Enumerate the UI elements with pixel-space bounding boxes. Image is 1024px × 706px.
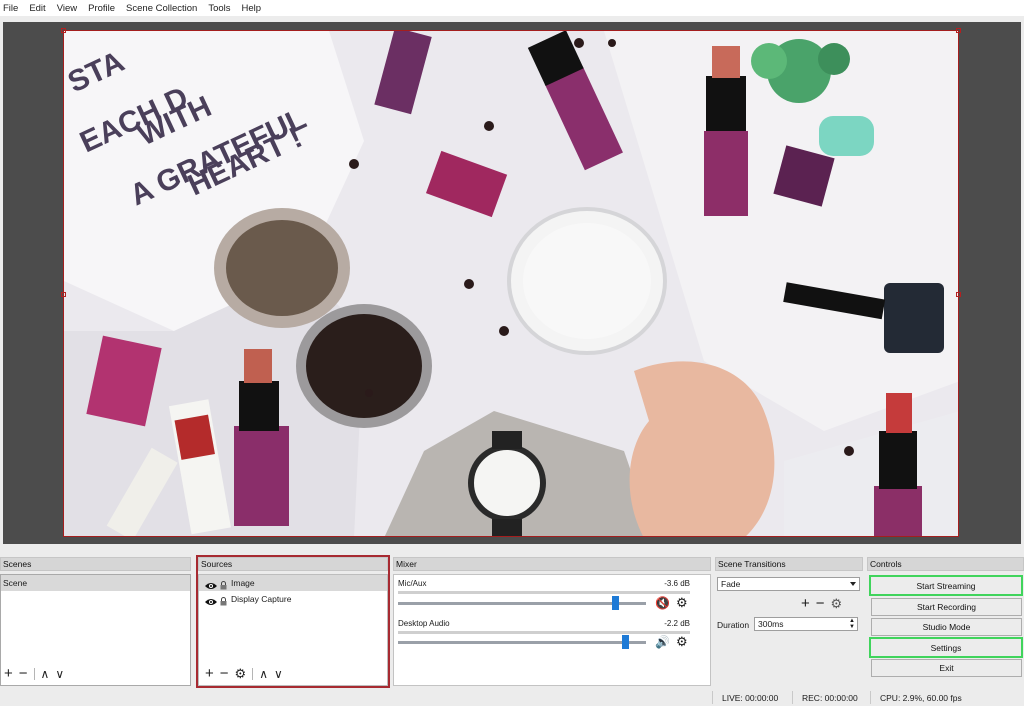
spin-arrows-icon[interactable]: ▲ ▼ — [848, 618, 856, 630]
transition-toolbar: + − ⚙ — [801, 595, 842, 612]
start-streaming-button[interactable]: Start Streaming — [869, 575, 1023, 596]
resize-handle-top-right[interactable] — [956, 28, 961, 33]
scene-item[interactable]: Scene — [1, 575, 190, 591]
volume-slider-handle[interactable] — [622, 635, 629, 649]
menu-scene-collection[interactable]: Scene Collection — [126, 3, 197, 14]
status-divider — [712, 691, 713, 704]
move-up-icon[interactable]: ∧ — [41, 667, 50, 681]
menu-file[interactable]: File — [3, 3, 18, 14]
channel-name: Desktop Audio — [398, 619, 450, 628]
menu-view[interactable]: View — [57, 3, 77, 14]
add-scene-icon[interactable]: + — [4, 665, 13, 682]
menu-help[interactable]: Help — [242, 3, 262, 14]
volume-slider-track[interactable] — [398, 602, 646, 605]
mixer-panel: Mic/Aux -3.6 dB 🔇 ⚙ Desktop Audio -2.2 d… — [393, 574, 711, 686]
toolbar-separator — [33, 667, 35, 680]
scenes-toolbar: + − ∧ ∨ — [4, 665, 70, 682]
gear-icon[interactable]: ⚙ — [676, 634, 688, 650]
live-timer: LIVE: 00:00:00 — [722, 692, 779, 703]
status-divider — [792, 691, 793, 704]
sources-highlight-box — [196, 555, 390, 688]
settings-button[interactable]: Settings — [869, 637, 1023, 658]
duration-label: Duration — [717, 620, 750, 630]
duration-spinbox[interactable]: 300ms ▲ ▼ — [754, 617, 858, 631]
menu-bar: File Edit View Profile Scene Collection … — [0, 0, 1024, 16]
resize-handle-left[interactable] — [61, 292, 66, 297]
add-transition-icon[interactable]: + — [801, 595, 810, 612]
menu-profile[interactable]: Profile — [88, 3, 115, 14]
mixer-channel-desktop-audio: Desktop Audio -2.2 dB 🔊 ⚙ — [398, 619, 698, 655]
remove-transition-icon[interactable]: − — [816, 595, 825, 612]
mixer-title: Mixer — [393, 557, 711, 571]
menu-edit[interactable]: Edit — [29, 3, 45, 14]
gear-icon[interactable]: ⚙ — [676, 595, 688, 611]
preview-image: STA EACH D WITH A GRATEFUL HEART ! — [64, 31, 958, 536]
rec-timer: REC: 00:00:00 — [802, 692, 858, 703]
studio-mode-button[interactable]: Studio Mode — [871, 618, 1022, 636]
scene-transitions-title: Scene Transitions — [715, 557, 863, 571]
volume-meter — [398, 631, 690, 634]
move-down-icon[interactable]: ∨ — [55, 667, 64, 681]
channel-db: -2.2 dB — [664, 619, 690, 628]
channel-db: -3.6 dB — [664, 579, 690, 588]
mixer-channel-mic-aux: Mic/Aux -3.6 dB 🔇 ⚙ — [398, 579, 698, 615]
scenes-title: Scenes — [0, 557, 191, 571]
exit-button[interactable]: Exit — [871, 659, 1022, 677]
scene-transitions-panel: Fade + − ⚙ Duration 300ms ▲ ▼ — [715, 574, 863, 686]
volume-meter — [398, 591, 690, 594]
transition-select[interactable]: Fade — [717, 577, 860, 591]
gear-icon[interactable]: ⚙ — [831, 596, 843, 612]
channel-name: Mic/Aux — [398, 579, 427, 588]
start-recording-button[interactable]: Start Recording — [871, 598, 1022, 616]
status-divider — [870, 691, 871, 704]
muted-speaker-icon[interactable]: 🔇 — [655, 596, 670, 610]
controls-title: Controls — [867, 557, 1024, 571]
transition-select-value: Fade — [721, 579, 741, 589]
status-bar: LIVE: 00:00:00 REC: 00:00:00 CPU: 2.9%, … — [0, 689, 1024, 706]
resize-handle-right[interactable] — [956, 292, 961, 297]
resize-handle-top-left[interactable] — [61, 28, 66, 33]
duration-value: 300ms — [758, 619, 784, 629]
preview-canvas[interactable]: STA EACH D WITH A GRATEFUL HEART ! — [63, 30, 959, 537]
menu-tools[interactable]: Tools — [208, 3, 230, 14]
volume-slider-handle[interactable] — [612, 596, 619, 610]
volume-slider-track[interactable] — [398, 641, 646, 644]
cpu-fps: CPU: 2.9%, 60.00 fps — [880, 692, 962, 703]
speaker-icon[interactable]: 🔊 — [655, 635, 670, 649]
chevron-down-icon — [850, 582, 856, 586]
remove-scene-icon[interactable]: − — [19, 665, 28, 682]
